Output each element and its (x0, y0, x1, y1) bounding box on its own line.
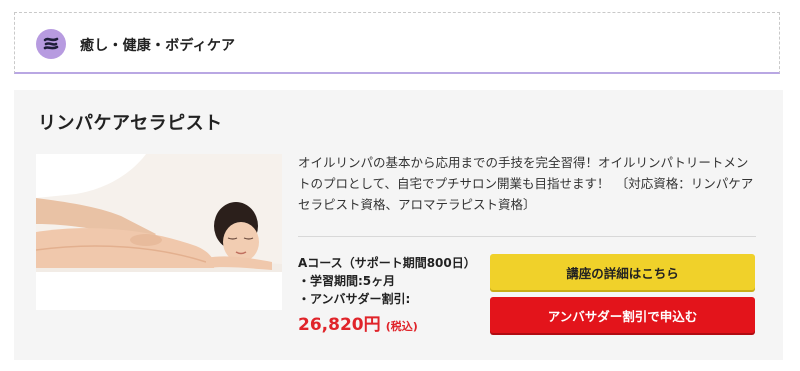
price-row: 26,820円 (税込) (298, 310, 488, 335)
study-period: ・学習期間:5ヶ月 (298, 274, 396, 288)
course-card: リンパケアセラピスト オイルリンパの基本から応用までの手技を完全習得！オイルリン (14, 90, 783, 360)
price: 26,820円 (298, 315, 381, 335)
massage-photo (36, 154, 282, 310)
divider (298, 236, 756, 237)
course-details-button[interactable]: 講座の詳細はこちら (490, 254, 755, 290)
category-label: 癒し・健康・ボディケア (80, 38, 236, 54)
ambassador-apply-button[interactable]: アンバサダー割引で申込む (490, 297, 755, 333)
tax-note: (税込) (385, 320, 418, 333)
course-title: リンパケアセラピスト (38, 113, 223, 134)
ambassador-discount-label: ・アンバサダー割引: (298, 292, 411, 306)
plan-name: Aコース（サポート期間800日） (298, 256, 476, 270)
wave-lines-icon (36, 29, 66, 59)
course-description: オイルリンパの基本から応用までの手技を完全習得！オイルリンパトリートメントのプロ… (298, 155, 754, 212)
course-plan-info: Aコース（サポート期間800日） ・学習期間:5ヶ月 ・アンバサダー割引: 26… (298, 254, 488, 335)
category-header: 癒し・健康・ボディケア (14, 12, 780, 74)
